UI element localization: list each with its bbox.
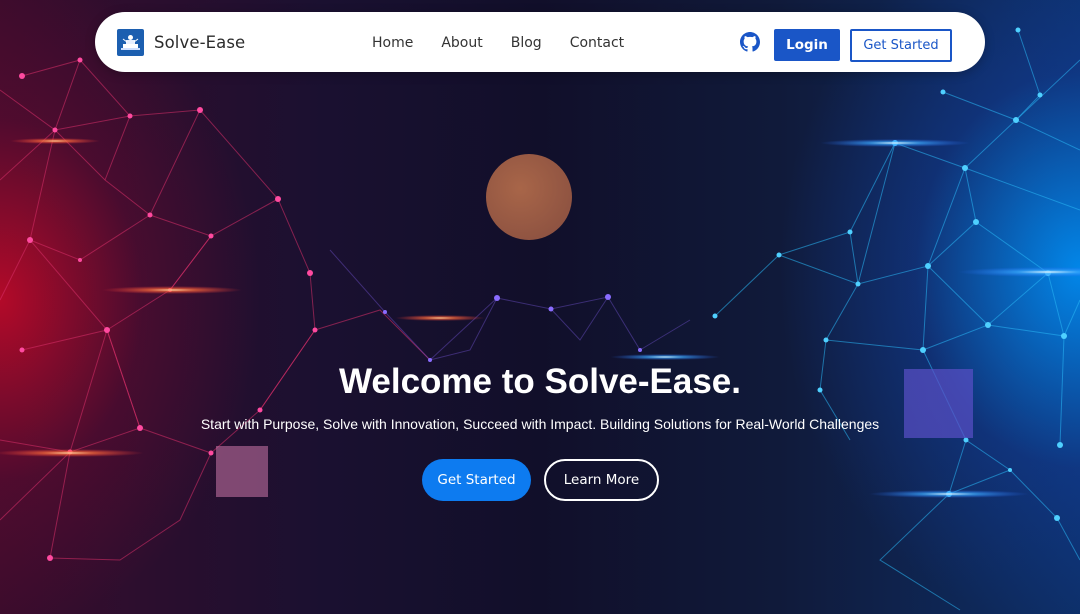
nav-links: Home About Blog Contact xyxy=(372,34,652,52)
hero-get-started-button[interactable]: Get Started xyxy=(422,459,531,501)
hero-section: Welcome to Solve-Ease. Start with Purpos… xyxy=(0,0,1080,614)
decorative-square-left xyxy=(216,446,268,497)
nav-link-contact[interactable]: Contact xyxy=(570,34,624,52)
hero-subheadline: Start with Purpose, Solve with Innovatio… xyxy=(200,416,880,432)
logo-icon xyxy=(117,28,144,56)
brand[interactable]: Solve-Ease xyxy=(117,28,245,56)
navbar: Solve-Ease Home About Blog Contact Login… xyxy=(95,12,985,72)
github-icon[interactable] xyxy=(740,32,760,52)
network-background xyxy=(0,27,1080,611)
brand-name: Solve-Ease xyxy=(154,32,246,52)
nav-link-about[interactable]: About xyxy=(441,34,482,52)
hero-learn-more-button[interactable]: Learn More xyxy=(544,459,659,501)
hero-headline: Welcome to Solve-Ease. xyxy=(338,362,741,401)
nav-link-blog[interactable]: Blog xyxy=(511,34,542,52)
decorative-circle xyxy=(486,154,572,240)
login-button[interactable]: Login xyxy=(774,29,840,61)
nav-get-started-button[interactable]: Get Started xyxy=(850,29,952,62)
nav-link-home[interactable]: Home xyxy=(372,34,413,52)
